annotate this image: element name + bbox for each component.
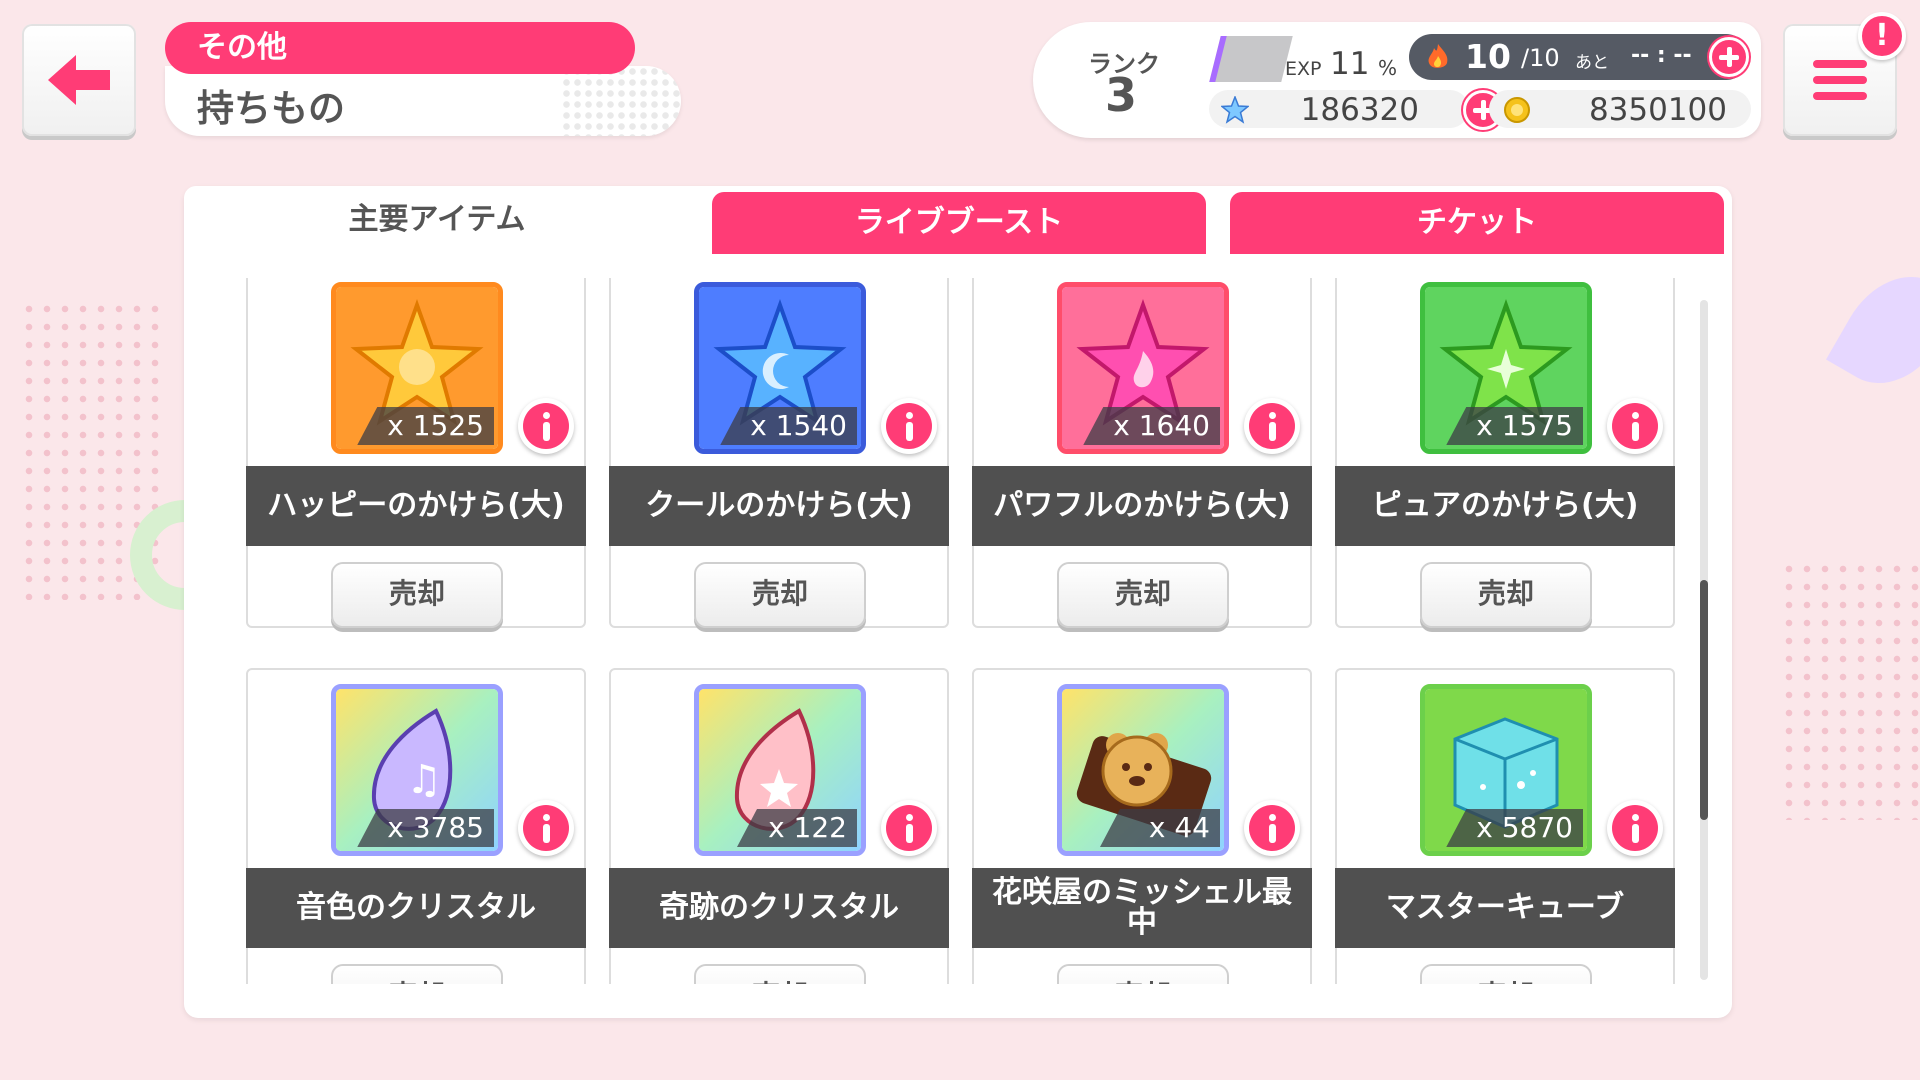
flame-icon — [1428, 44, 1448, 68]
item-quantity: x 1640 — [1083, 407, 1220, 445]
item-icon-frame: x 1575 — [1420, 282, 1592, 454]
info-icon — [1612, 805, 1658, 851]
scrollbar-thumb[interactable] — [1700, 580, 1708, 820]
info-icon — [523, 805, 569, 851]
sell-button[interactable]: 売却 — [1057, 964, 1229, 984]
item-name: ハッピーのかけら(大) — [246, 466, 586, 546]
item-card: x 5870 マスターキューブ 売却 — [1335, 668, 1675, 984]
scrollbar[interactable] — [1700, 300, 1708, 980]
exp-value: 11 — [1330, 46, 1370, 82]
menu-icon — [1813, 92, 1867, 100]
info-button[interactable] — [1244, 800, 1300, 856]
item-quantity: x 1540 — [720, 407, 857, 445]
item-icon-frame: x 1525 — [331, 282, 503, 454]
stamina-suffix: あと — [1575, 53, 1609, 73]
menu-icon — [1813, 60, 1867, 68]
item-name: 奇跡のクリスタル — [609, 868, 949, 948]
item-icon-frame: ♫ x 3785 — [331, 684, 503, 856]
star-gem-display: 186320 — [1209, 90, 1469, 128]
coin-display: 8350100 — [1489, 90, 1751, 128]
stamina-timer: -- : -- — [1631, 43, 1692, 68]
notification-badge: ! — [1858, 12, 1906, 60]
item-icon-frame: x 1640 — [1057, 282, 1229, 454]
coin-icon — [1504, 97, 1530, 123]
item-card: x 44 花咲屋のミッシェル最中 売却 — [972, 668, 1312, 984]
background-dots — [1780, 560, 1920, 820]
info-button[interactable] — [1244, 398, 1300, 454]
rank-value: 3 — [1105, 68, 1138, 122]
info-icon — [1612, 403, 1658, 449]
item-grid: x 1525 ハッピーのかけら(大) 売却 x 1540 クールのかけら(大) — [246, 278, 1686, 984]
item-name: 花咲屋のミッシェル最中 — [972, 868, 1312, 948]
back-button[interactable] — [22, 24, 136, 136]
info-icon — [886, 403, 932, 449]
item-card: x 1575 ピュアのかけら(大) 売却 — [1335, 278, 1675, 628]
info-icon — [1249, 403, 1295, 449]
player-status-panel: ランク 3 EXP 11 % 10 /10 あと -- : -- 186320 … — [1033, 22, 1761, 138]
page-title: 持ちもの — [197, 87, 345, 130]
item-name: パワフルのかけら(大) — [972, 466, 1312, 546]
sell-button[interactable]: 売却 — [694, 964, 866, 984]
info-icon — [523, 403, 569, 449]
sell-button[interactable]: 売却 — [331, 964, 503, 984]
info-button[interactable] — [881, 800, 937, 856]
star-gem-count: 186320 — [1300, 92, 1419, 128]
item-name: クールのかけら(大) — [609, 466, 949, 546]
stamina-display: 10 /10 あと -- : -- — [1409, 34, 1749, 80]
svg-text:♫: ♫ — [406, 757, 442, 803]
stamina-max: /10 — [1521, 44, 1560, 72]
item-quantity: x 5870 — [1446, 809, 1583, 847]
item-card: x 122 奇跡のクリスタル 売却 — [609, 668, 949, 984]
sell-button[interactable]: 売却 — [1420, 964, 1592, 984]
item-name: マスターキューブ — [1335, 868, 1675, 948]
item-card: x 1640 パワフルのかけら(大) 売却 — [972, 278, 1312, 628]
exp-label: EXP — [1285, 58, 1322, 80]
item-card: x 1540 クールのかけら(大) 売却 — [609, 278, 949, 628]
star-gem-icon — [1221, 96, 1249, 124]
info-icon — [1249, 805, 1295, 851]
exp-percent-sign: % — [1378, 56, 1398, 80]
tab-main-items[interactable]: 主要アイテム — [184, 186, 690, 254]
info-button[interactable] — [1607, 800, 1663, 856]
coin-count: 8350100 — [1588, 92, 1727, 128]
breadcrumb-category: その他 — [165, 22, 635, 74]
item-quantity: x 1575 — [1446, 407, 1583, 445]
exp-progress-bar — [1209, 36, 1293, 82]
item-name: 音色のクリスタル — [246, 868, 586, 948]
background-leaf — [1826, 255, 1920, 405]
stamina-current: 10 — [1465, 37, 1511, 76]
item-icon-frame: x 122 — [694, 684, 866, 856]
item-quantity: x 1525 — [357, 407, 494, 445]
sell-button[interactable]: 売却 — [1420, 562, 1592, 628]
tab-live-boost[interactable]: ライブブースト — [712, 192, 1206, 254]
background-dots — [20, 300, 160, 600]
item-list-panel: 主要アイテム ライブブースト チケット x 1525 ハッピーのかけら(大) 売… — [184, 186, 1732, 1018]
item-quantity: x 44 — [1100, 809, 1220, 847]
item-icon-frame: x 44 — [1057, 684, 1229, 856]
info-button[interactable] — [518, 800, 574, 856]
sell-button[interactable]: 売却 — [1057, 562, 1229, 628]
item-quantity: x 122 — [737, 809, 857, 847]
info-button[interactable] — [518, 398, 574, 454]
stamina-add-button[interactable] — [1709, 37, 1749, 77]
item-card: x 1525 ハッピーのかけら(大) 売却 — [246, 278, 586, 628]
sell-button[interactable]: 売却 — [331, 562, 503, 628]
item-card: ♫ x 3785 音色のクリスタル 売却 — [246, 668, 586, 984]
item-icon-frame: x 5870 — [1420, 684, 1592, 856]
back-arrow-icon — [48, 55, 110, 105]
item-name: ピュアのかけら(大) — [1335, 466, 1675, 546]
item-icon-frame: x 1540 — [694, 282, 866, 454]
title-dots-decoration — [561, 66, 681, 136]
page-title-box: 持ちもの — [165, 66, 681, 136]
sell-button[interactable]: 売却 — [694, 562, 866, 628]
info-icon — [886, 805, 932, 851]
menu-icon — [1813, 76, 1867, 84]
info-button[interactable] — [881, 398, 937, 454]
info-button[interactable] — [1607, 398, 1663, 454]
item-quantity: x 3785 — [357, 809, 494, 847]
tab-ticket[interactable]: チケット — [1230, 192, 1724, 254]
